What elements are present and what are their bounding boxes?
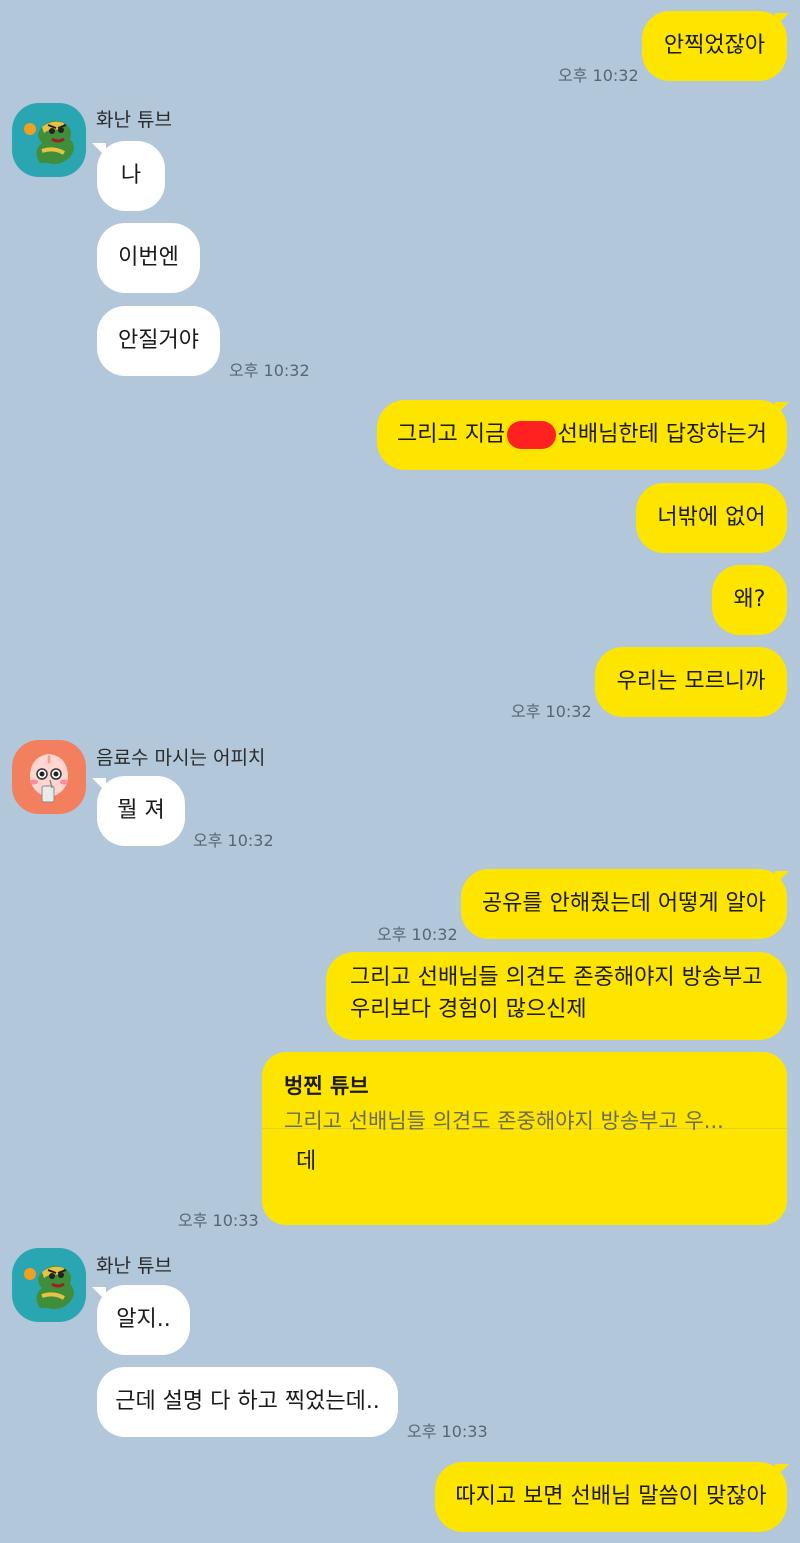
my-message-bubble[interactable]: 왜? [712, 565, 787, 635]
message-timestamp: 오후 10:33 [407, 1422, 488, 1441]
their-message-bubble[interactable]: 나 [97, 141, 165, 211]
message-text: 안질거야 [118, 327, 199, 353]
message-text: 그리고 지금 [397, 421, 506, 447]
message-timestamp: 오후 10:33 [178, 1211, 259, 1230]
message-text: 공유를 안해줬는데 어떻게 알아 [481, 890, 767, 916]
message-text: 뭘 져 [117, 797, 165, 823]
reply-quoted-text: 그리고 선배님들 의견도 존중해야지 방송부고 우... [284, 1109, 724, 1134]
reply-quote-block[interactable]: 벙찐 튜브 그리고 선배님들 의견도 존중해야지 방송부고 우... [262, 1052, 787, 1133]
message-timestamp: 오후 10:32 [558, 66, 639, 85]
my-message-bubble[interactable]: 그리고 선배님들 의견도 존중해야지 방송부고 우리보다 경험이 많으신제 [326, 952, 787, 1040]
message-timestamp: 오후 10:32 [193, 831, 274, 850]
message-text: 나 [120, 162, 142, 188]
message-text: 우리는 모르니까 [616, 668, 766, 694]
message-text: 너밖에 없어 [657, 504, 766, 530]
bubble-tail [775, 13, 789, 27]
message-text: 안찍었잖아 [663, 32, 766, 58]
bubble-tail [775, 871, 789, 885]
message-text: 데 [296, 1149, 317, 1174]
message-timestamp: 오후 10:32 [511, 702, 592, 721]
message-text: 알지.. [116, 1306, 171, 1332]
their-message-bubble[interactable]: 이번엔 [97, 223, 200, 293]
redaction-mark [507, 421, 556, 449]
message-text: 이번엔 [118, 244, 179, 270]
bubble-tail [92, 143, 106, 157]
their-message-bubble[interactable]: 안질거야 [97, 306, 220, 376]
my-message-bubble[interactable]: 우리는 모르니까 [595, 647, 787, 717]
message-text: 왜? [733, 586, 766, 612]
message-text: 선배님한테 답장하는거 [557, 421, 767, 447]
angry-tube-avatar-icon[interactable] [12, 103, 86, 177]
message-text-line: 그리고 선배님들 의견도 존중해야지 방송부고 [350, 965, 763, 990]
their-message-bubble[interactable]: 알지.. [97, 1285, 190, 1355]
message-text: 따지고 보면 선배님 말씀이 맞잖아 [455, 1483, 767, 1509]
message-timestamp: 오후 10:32 [377, 925, 458, 944]
message-timestamp: 오후 10:32 [229, 361, 310, 380]
sender-name: 화난 튜브 [96, 1255, 172, 1277]
bubble-tail [775, 402, 789, 416]
sender-name: 음료수 마시는 어피치 [96, 747, 266, 769]
bubble-tail [92, 1287, 106, 1301]
bubble-tail [92, 778, 106, 792]
my-message-bubble[interactable]: 따지고 보면 선배님 말씀이 맞잖아 [435, 1462, 787, 1532]
their-message-bubble[interactable]: 근데 설명 다 하고 찍었는데.. [97, 1367, 398, 1437]
angry-tube-avatar-icon[interactable] [12, 1248, 86, 1322]
message-text-line: 우리보다 경험이 많으신제 [350, 997, 587, 1022]
sender-name: 화난 튜브 [96, 109, 172, 131]
message-text: 근데 설명 다 하고 찍었는데.. [115, 1388, 380, 1414]
my-message-bubble[interactable]: 그리고 지금 선배님한테 답장하는거 [377, 400, 787, 470]
reply-message-bubble[interactable]: 벙찐 튜브 그리고 선배님들 의견도 존중해야지 방송부고 우... 데 [262, 1052, 787, 1225]
apeach-drinking-avatar-icon[interactable] [12, 740, 86, 814]
my-message-bubble[interactable]: 안찍었잖아 [642, 11, 787, 81]
my-message-bubble[interactable]: 공유를 안해줬는데 어떻게 알아 [461, 869, 787, 939]
reply-sender-name: 벙찐 튜브 [284, 1074, 369, 1098]
bubble-tail [775, 1464, 789, 1478]
their-message-bubble[interactable]: 뭘 져 [97, 776, 185, 846]
my-message-bubble[interactable]: 너밖에 없어 [636, 483, 787, 553]
